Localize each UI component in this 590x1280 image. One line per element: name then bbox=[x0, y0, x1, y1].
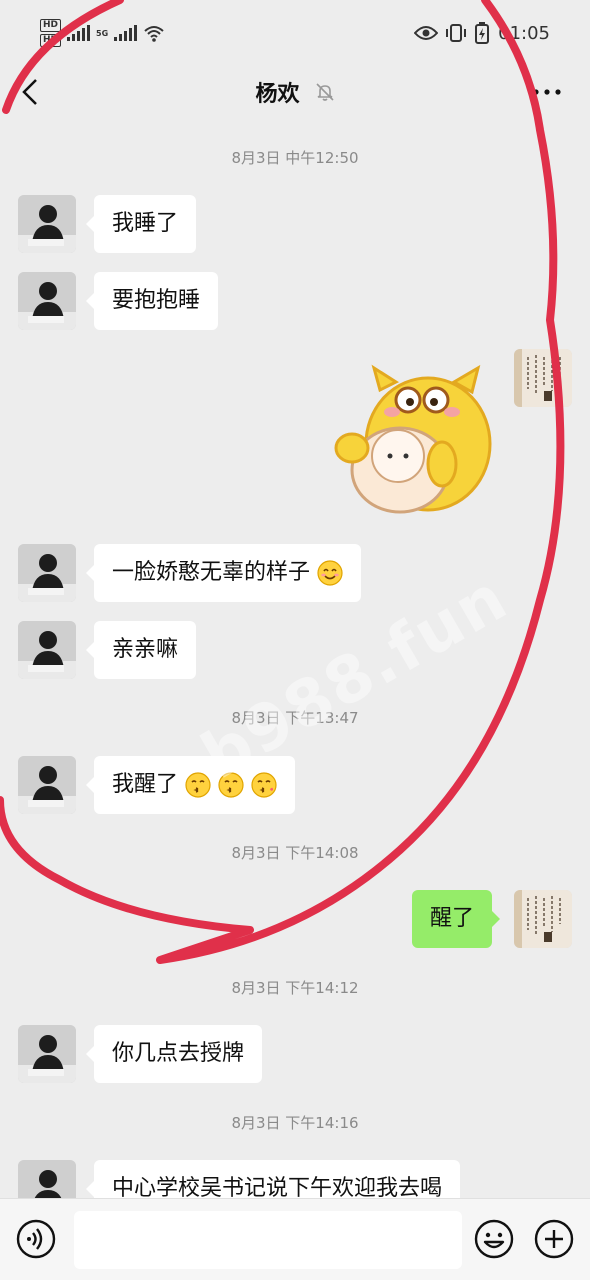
my-avatar[interactable] bbox=[514, 349, 572, 407]
hd-badge-top: HD bbox=[40, 19, 62, 32]
contact-avatar-icon bbox=[18, 1025, 76, 1083]
message-text: 要抱抱睡 bbox=[112, 288, 201, 313]
status-bar: HD HD 5G 01:05 bbox=[0, 0, 590, 64]
message-text: 你几点去授牌 bbox=[112, 1041, 245, 1066]
voice-button[interactable] bbox=[16, 1219, 56, 1259]
chat-screen: HD HD 5G 01:05 杨欢 8月3日 中午12:50 我睡了 要抱抱睡 … bbox=[0, 0, 590, 1280]
eye-icon bbox=[414, 26, 439, 40]
battery-icon bbox=[475, 22, 490, 44]
plus-button[interactable] bbox=[534, 1219, 574, 1259]
avatar[interactable] bbox=[18, 1025, 76, 1083]
bell-off-icon bbox=[315, 83, 334, 101]
status-right: 01:05 bbox=[414, 20, 550, 46]
message-text: 我醒了 bbox=[112, 772, 179, 797]
contact-avatar-icon bbox=[18, 544, 76, 602]
my-message-bubble[interactable]: 醒了 bbox=[412, 890, 501, 948]
message-text: 醒了 bbox=[430, 906, 475, 931]
message-bubble[interactable]: 亲亲嘛 bbox=[85, 621, 197, 679]
signal-icon-secondary bbox=[114, 25, 138, 41]
signal-icon bbox=[67, 25, 91, 41]
hd-badge-bottom: HD bbox=[40, 34, 62, 47]
smiling-face-emoji-icon bbox=[317, 560, 343, 586]
red-circle-annotation bbox=[0, 0, 565, 964]
chat-title[interactable]: 杨欢 bbox=[255, 82, 299, 107]
status-time: 01:05 bbox=[498, 22, 550, 44]
avatar[interactable] bbox=[18, 621, 76, 679]
wifi-icon bbox=[144, 26, 164, 42]
message-bubble[interactable]: 一脸娇憨无辜的样子 bbox=[85, 544, 362, 602]
contact-avatar-icon bbox=[18, 756, 76, 814]
message-bubble[interactable]: 我睡了 bbox=[85, 195, 197, 253]
status-left: HD HD 5G bbox=[40, 16, 165, 50]
message-input[interactable] bbox=[74, 1211, 462, 1269]
time-divider: 8月3日 下午14:16 bbox=[231, 1114, 359, 1132]
message-text: 一脸娇憨无辜的样子 bbox=[112, 560, 311, 585]
avatar[interactable] bbox=[18, 272, 76, 330]
contact-avatar-icon bbox=[18, 195, 76, 253]
avatar[interactable] bbox=[18, 544, 76, 602]
nav-bar: 杨欢 bbox=[0, 64, 590, 120]
calligraphy-avatar-icon bbox=[514, 890, 572, 948]
time-divider: 8月3日 中午12:50 bbox=[231, 149, 359, 167]
my-avatar[interactable] bbox=[514, 890, 572, 948]
contact-avatar-icon bbox=[18, 272, 76, 330]
sticker-message[interactable] bbox=[330, 360, 495, 520]
hd-indicators: HD HD bbox=[40, 19, 62, 47]
avatar[interactable] bbox=[18, 756, 76, 814]
vibrate-icon bbox=[446, 24, 467, 42]
time-divider: 8月3日 下午14:08 bbox=[231, 844, 359, 862]
message-bubble[interactable]: 你几点去授牌 bbox=[85, 1025, 263, 1083]
hugging-cats-sticker bbox=[334, 364, 492, 514]
network-label: 5G bbox=[96, 28, 109, 38]
kissing-face-emoji-icon bbox=[185, 772, 211, 798]
contact-avatar-icon bbox=[18, 621, 76, 679]
message-bubble[interactable]: 要抱抱睡 bbox=[85, 272, 219, 330]
message-text: 亲亲嘛 bbox=[112, 637, 179, 662]
message-text: 我睡了 bbox=[112, 211, 179, 236]
calligraphy-avatar-icon bbox=[514, 349, 572, 407]
time-divider: 8月3日 下午14:12 bbox=[231, 979, 359, 997]
avatar[interactable] bbox=[18, 195, 76, 253]
more-button[interactable] bbox=[530, 80, 564, 104]
emoji-button[interactable] bbox=[474, 1219, 514, 1259]
title-wrap: 杨欢 bbox=[0, 76, 590, 108]
input-bar bbox=[0, 1198, 590, 1280]
